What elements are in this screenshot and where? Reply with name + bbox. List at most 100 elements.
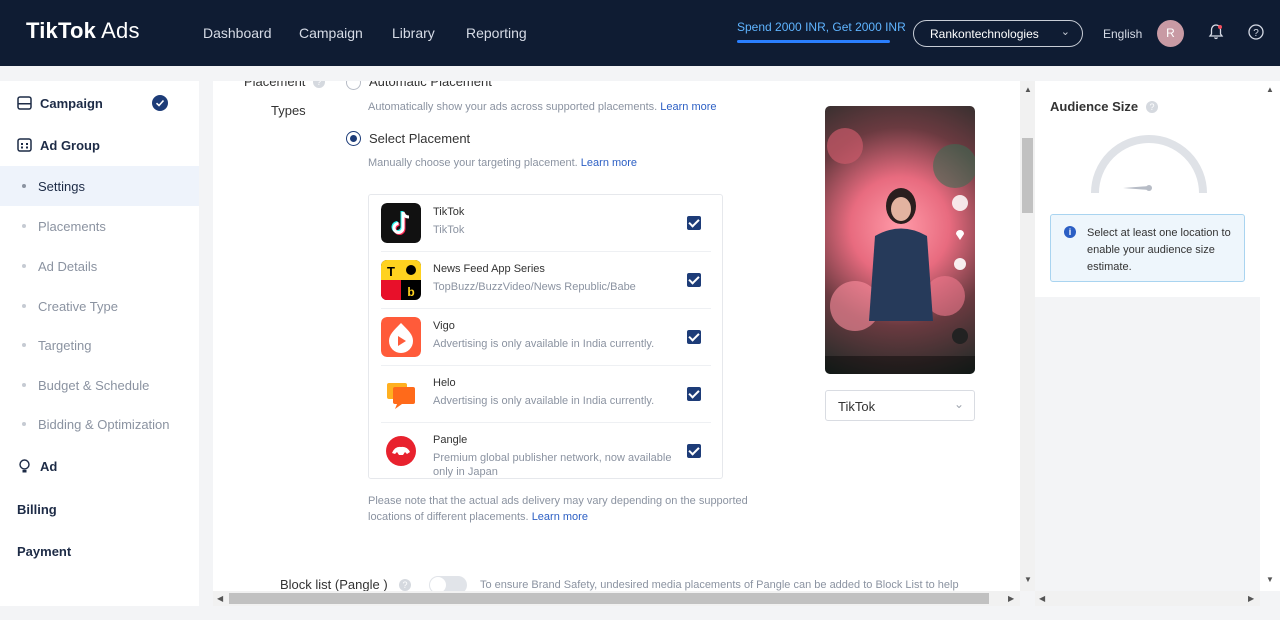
nav-library[interactable]: Library: [392, 25, 435, 41]
learn-more-link[interactable]: Learn more: [660, 101, 716, 113]
chevron-down-icon: ⌄: [1060, 26, 1070, 38]
automatic-placement-label[interactable]: Automatic Placement: [369, 81, 492, 89]
help-icon[interactable]: ?: [313, 81, 325, 88]
placement-row-tiktok[interactable]: TikTok TikTok: [381, 195, 711, 252]
placement-desc: TikTok: [433, 224, 465, 236]
chevron-down-icon: ⌄: [953, 397, 964, 411]
sidebar-item-creative-type[interactable]: Creative Type: [0, 286, 199, 326]
audience-info-text: Select at least one location to enable y…: [1087, 227, 1231, 273]
bullet-icon: [22, 304, 26, 308]
bullet-icon: [22, 224, 26, 228]
placement-list: TikTok TikTok T b News Feed App Series T…: [368, 194, 723, 479]
automatic-placement-hint: Automatically show your ads across suppo…: [368, 101, 717, 113]
nav-dashboard[interactable]: Dashboard: [203, 25, 272, 41]
scroll-thumb[interactable]: [229, 593, 989, 604]
placement-checkbox-pangle[interactable]: [687, 444, 701, 458]
account-selector[interactable]: Rankontechnologies ⌄: [913, 20, 1083, 47]
scroll-left-icon[interactable]: ◀: [1039, 594, 1045, 603]
helo-icon: [381, 374, 421, 414]
help-icon[interactable]: ?: [1247, 23, 1265, 41]
audience-size-title: Audience Size: [1050, 99, 1139, 114]
sidebar-item-campaign[interactable]: Campaign: [0, 95, 199, 113]
bullet-icon: [22, 422, 26, 426]
sidebar-item-label: Ad Group: [40, 138, 100, 153]
campaign-icon: [17, 96, 32, 110]
placement-checkbox-vigo[interactable]: [687, 330, 701, 344]
sidebar-item-label: Settings: [38, 179, 85, 194]
placement-checkbox-helo[interactable]: [687, 387, 701, 401]
nav-campaign[interactable]: Campaign: [299, 25, 363, 41]
bullet-icon: [22, 343, 26, 347]
hint-text: Automatically show your ads across suppo…: [368, 101, 658, 113]
sidebar-item-ad-group[interactable]: Ad Group: [0, 137, 199, 155]
placement-row-helo[interactable]: Helo Advertising is only available in In…: [381, 366, 711, 423]
placement-checkbox-news-feed[interactable]: [687, 273, 701, 287]
sidebar-item-label: Targeting: [38, 338, 92, 353]
main-horizontal-scrollbar[interactable]: ◀ ▶: [213, 591, 1020, 606]
placement-checkbox-tiktok[interactable]: [687, 216, 701, 230]
sidebar: Campaign Ad Group Settings Placements Ad…: [0, 81, 199, 606]
placement-types-label: Placement: [244, 81, 306, 89]
scroll-right-icon[interactable]: ▶: [1248, 594, 1254, 603]
select-placement-radio[interactable]: [346, 131, 361, 146]
preview-placement-value: TikTok: [838, 399, 876, 414]
nav-reporting[interactable]: Reporting: [466, 25, 527, 41]
learn-more-link[interactable]: Learn more: [581, 157, 637, 169]
scroll-right-icon[interactable]: ▶: [1008, 594, 1014, 603]
select-placement-label[interactable]: Select Placement: [369, 131, 470, 146]
svg-text:?: ?: [1253, 28, 1259, 39]
sidebar-item-label: Payment: [17, 544, 72, 559]
scroll-down-icon[interactable]: ▼: [1024, 575, 1032, 584]
sidebar-item-label: Ad Details: [38, 259, 98, 274]
sidebar-item-billing[interactable]: Billing: [0, 501, 199, 519]
select-placement-hint: Manually choose your targeting placement…: [368, 157, 637, 169]
avatar[interactable]: R: [1157, 20, 1184, 47]
promo-link[interactable]: Spend 2000 INR, Get 2000 INR: [737, 20, 906, 34]
sidebar-item-label: Creative Type: [38, 299, 118, 314]
delivery-note: Please note that the actual ads delivery…: [368, 493, 768, 525]
right-vertical-scrollbar[interactable]: ▲ ▼: [1260, 81, 1280, 591]
audience-info-box: i Select at least one location to enable…: [1050, 214, 1245, 282]
sidebar-item-payment[interactable]: Payment: [0, 543, 199, 561]
language-selector[interactable]: English: [1103, 27, 1142, 41]
placement-name: Vigo: [433, 320, 455, 332]
tiktok-ads-logo[interactable]: TikTok Ads: [26, 18, 140, 44]
sidebar-item-ad[interactable]: Ad: [0, 458, 199, 476]
placement-row-pangle[interactable]: Pangle Premium global publisher network,…: [381, 423, 711, 480]
scroll-left-icon[interactable]: ◀: [217, 594, 223, 603]
sidebar-item-targeting[interactable]: Targeting: [0, 325, 199, 365]
sidebar-item-settings[interactable]: Settings: [0, 166, 199, 206]
placement-row-vigo[interactable]: Vigo Advertising is only available in In…: [381, 309, 711, 366]
right-horizontal-scrollbar[interactable]: ◀ ▶: [1035, 591, 1260, 606]
sidebar-item-ad-details[interactable]: Ad Details: [0, 246, 199, 286]
preview-placement-select[interactable]: TikTok ⌄: [825, 390, 975, 421]
sidebar-item-label: Ad: [40, 459, 58, 474]
placement-name: Pangle: [433, 434, 468, 446]
block-list-toggle[interactable]: [429, 576, 467, 591]
learn-more-link[interactable]: Learn more: [532, 511, 588, 523]
info-icon: i: [1064, 226, 1076, 238]
automatic-placement-radio[interactable]: [346, 81, 361, 90]
scroll-down-icon[interactable]: ▼: [1266, 575, 1274, 584]
placement-desc: Advertising is only available in India c…: [433, 338, 655, 350]
placement-name: Helo: [433, 377, 456, 389]
vigo-icon: [381, 317, 421, 357]
placement-row-news-feed[interactable]: T b News Feed App Series TopBuzz/BuzzVid…: [381, 252, 711, 309]
scroll-thumb[interactable]: [1022, 138, 1033, 213]
scroll-up-icon[interactable]: ▲: [1266, 85, 1274, 94]
bullet-icon: [22, 184, 26, 188]
sidebar-item-placements[interactable]: Placements: [0, 206, 199, 246]
main-vertical-scrollbar[interactable]: ▲ ▼: [1020, 81, 1035, 591]
bell-icon[interactable]: [1207, 23, 1225, 41]
help-icon[interactable]: ?: [399, 579, 411, 591]
sidebar-item-label: Placements: [38, 219, 106, 234]
bullet-icon: [22, 264, 26, 268]
sidebar-item-label: Budget & Schedule: [38, 378, 150, 393]
scroll-up-icon[interactable]: ▲: [1024, 85, 1032, 94]
help-icon[interactable]: ?: [1146, 101, 1158, 113]
hint-text: Manually choose your targeting placement…: [368, 157, 578, 169]
lightbulb-icon: [19, 459, 30, 473]
sidebar-item-bidding-optimization[interactable]: Bidding & Optimization: [0, 404, 199, 444]
news-feed-icon: T b: [381, 260, 421, 300]
sidebar-item-budget-schedule[interactable]: Budget & Schedule: [0, 365, 199, 405]
